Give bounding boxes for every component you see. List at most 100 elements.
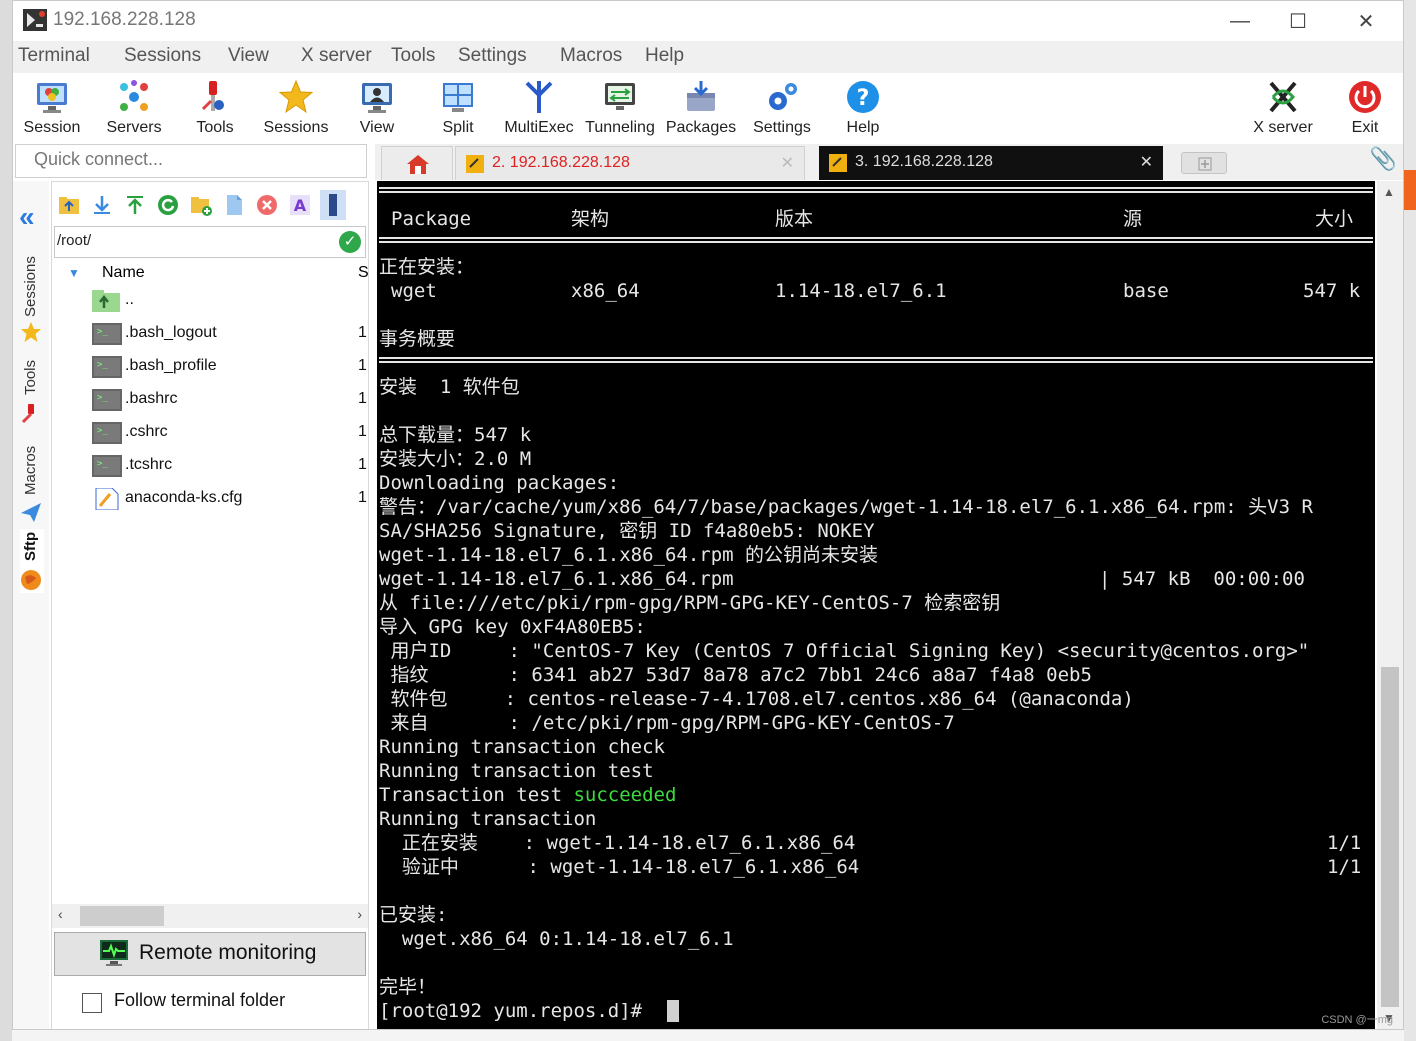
properties-icon[interactable] (320, 190, 346, 220)
shell-script-icon: >_ (92, 356, 122, 378)
side-tab-sftp-label: Sftp (22, 531, 39, 561)
menu-view[interactable]: View (228, 45, 269, 67)
title-bar: 192.168.228.128 ― ☐ ✕ (13, 1, 1403, 41)
file-row-parent[interactable]: .. (52, 284, 368, 317)
remote-monitoring-button[interactable]: Remote monitoring (54, 932, 366, 976)
sessions-button[interactable]: Sessions (255, 77, 337, 139)
header-arch: 架构 (571, 208, 610, 230)
help-button[interactable]: ? Help (822, 77, 904, 139)
session-button[interactable]: Session (13, 77, 93, 139)
installing-progress-line: 正在安装 : wget-1.14-18.el7_6.1.x86_64 (379, 832, 856, 854)
tools-icon (201, 81, 224, 111)
menu-help[interactable]: Help (645, 45, 684, 67)
menu-xserver[interactable]: X server (301, 45, 372, 67)
tab-session-2[interactable]: 2. 192.168.228.128 ✕ (455, 146, 805, 180)
file-size: 1 (358, 357, 367, 374)
complete-line: 完毕！ (379, 976, 437, 998)
quick-connect-input[interactable]: Quick connect... (15, 144, 367, 178)
tab-close-icon[interactable]: ✕ (781, 153, 794, 173)
desktop-right-edge (1404, 0, 1416, 1041)
servers-button[interactable]: Servers (93, 77, 175, 139)
tunneling-icon (605, 83, 635, 110)
packages-button[interactable]: Packages (660, 77, 742, 139)
new-tab-button[interactable] (1181, 152, 1227, 174)
remote-monitoring-label: Remote monitoring (139, 941, 317, 964)
total-download: 总下载量：547 k (379, 424, 532, 446)
scrollbar-thumb[interactable] (1381, 667, 1399, 1007)
side-tab-sessions-label: Sessions (22, 256, 39, 317)
path-ok-icon[interactable]: ✓ (339, 231, 361, 253)
file-row[interactable]: >_ .bash_profile 1 (52, 350, 368, 383)
upload-icon[interactable] (124, 194, 146, 216)
file-row[interactable]: >_ .bash_logout 1 (52, 317, 368, 350)
shell-script-icon: >_ (92, 323, 122, 345)
menu-bar: Terminal Sessions View X server Tools Se… (13, 41, 1403, 73)
paperclip-icon[interactable]: 📎 (1370, 146, 1397, 172)
terminal-vertical-scrollbar[interactable]: ▲ ▼ (1377, 181, 1403, 1029)
svg-text:>_: >_ (97, 327, 108, 337)
file-name: .bash_logout (125, 324, 217, 341)
rename-icon[interactable]: A (289, 194, 311, 216)
menu-tools[interactable]: Tools (391, 45, 435, 67)
tunneling-button[interactable]: Tunneling (579, 77, 661, 139)
menu-sessions[interactable]: Sessions (124, 45, 201, 67)
collapse-sidebar-icon[interactable]: « (19, 201, 35, 233)
refresh-icon[interactable] (157, 194, 179, 216)
file-row[interactable]: >_ .cshrc 1 (52, 416, 368, 449)
maximize-button[interactable]: ☐ (1275, 5, 1321, 37)
warning-line-1: 警告：/var/cache/yum/x86_64/7/base/packages… (379, 496, 1313, 518)
gear-icon (769, 83, 797, 110)
column-name-header[interactable]: Name (102, 264, 145, 282)
horizontal-scrollbar[interactable]: ‹ › (52, 904, 368, 928)
key-fingerprint-line: 指纹 : 6341 ab27 53d7 8a78 a7c2 7bb1 24c6 … (379, 664, 1092, 686)
side-tab-tools[interactable]: Tools (20, 357, 44, 437)
delete-icon[interactable] (256, 194, 278, 216)
summary-title: 事务概要 (379, 328, 456, 350)
minimize-button[interactable]: ― (1217, 5, 1263, 37)
scrollbar-thumb[interactable] (80, 906, 164, 926)
terminal-output[interactable]: Package 架构 版本 源 大小 正在安装： wget x86_64 1.1… (377, 181, 1375, 1029)
plus-icon (1198, 157, 1212, 171)
window-title: 192.168.228.128 (53, 9, 196, 30)
close-button[interactable]: ✕ (1343, 5, 1389, 37)
terminal-tab-icon (829, 154, 847, 172)
column-size-header[interactable]: S (358, 264, 369, 282)
new-file-icon[interactable] (223, 194, 245, 216)
split-button[interactable]: Split (417, 77, 499, 139)
scroll-right-icon[interactable]: › (357, 906, 362, 922)
sort-chevron-icon[interactable]: ▼ (68, 266, 80, 280)
multiexec-button[interactable]: MultiExec (498, 77, 580, 139)
import-key-line: 导入 GPG key 0xF4A80EB5: (379, 616, 646, 638)
download-icon[interactable] (91, 194, 113, 216)
xserver-button[interactable]: X server (1242, 77, 1324, 139)
rpm-stats: | 547 kB 00:00:00 (1099, 568, 1305, 590)
side-tab-macros[interactable]: Macros (20, 439, 44, 527)
main-toolbar: Session Servers Tools Sessions View Spli… (13, 73, 1403, 143)
file-size: 1 (358, 390, 367, 407)
file-row[interactable]: >_ .bashrc 1 (52, 383, 368, 416)
tab-close-icon[interactable]: ✕ (1140, 152, 1153, 172)
file-row[interactable]: >_ .tcshrc 1 (52, 449, 368, 482)
parent-folder-icon[interactable] (58, 194, 80, 216)
follow-folder-checkbox[interactable] (82, 993, 102, 1013)
exit-button[interactable]: Exit (1324, 77, 1403, 139)
shell-script-icon: >_ (92, 422, 122, 444)
file-row[interactable]: anaconda-ks.cfg 1 (52, 482, 368, 515)
menu-terminal[interactable]: Terminal (18, 45, 90, 67)
scroll-up-icon[interactable]: ▲ (1383, 185, 1395, 199)
view-button[interactable]: View (336, 77, 418, 139)
sftp-path-input[interactable]: /root/ ✓ (54, 226, 366, 258)
side-tab-sftp-active[interactable]: Sftp (20, 529, 44, 593)
settings-button[interactable]: Settings (741, 77, 823, 139)
menu-macros[interactable]: Macros (560, 45, 622, 67)
star-icon (21, 322, 41, 342)
tab-home[interactable] (381, 146, 453, 180)
new-folder-icon[interactable] (190, 194, 212, 216)
menu-settings[interactable]: Settings (458, 45, 527, 67)
tools-button[interactable]: Tools (174, 77, 256, 139)
tab-session-3-active[interactable]: 3. 192.168.228.128 ✕ (819, 146, 1163, 180)
parent-dir-icon (92, 290, 120, 312)
scroll-left-icon[interactable]: ‹ (58, 906, 63, 922)
side-tab-sessions[interactable]: Sessions (20, 241, 44, 342)
transaction-test-result: Transaction test succeeded (379, 783, 676, 807)
